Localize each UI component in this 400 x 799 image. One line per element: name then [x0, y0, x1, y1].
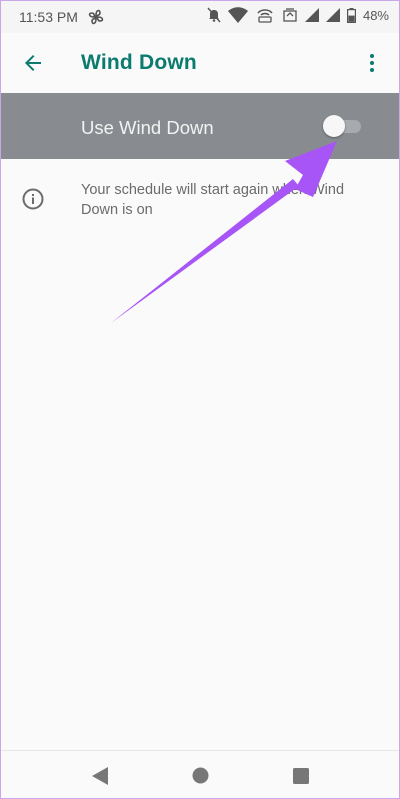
wifi-icon	[227, 7, 248, 23]
nav-recents-icon[interactable]	[293, 768, 309, 789]
info-icon	[21, 187, 45, 216]
status-bar: 11:53 PM 48%	[1, 1, 399, 33]
status-time: 11:53 PM	[19, 9, 78, 25]
more-vertical-icon[interactable]	[360, 51, 384, 80]
use-wind-down-label: Use Wind Down	[81, 117, 214, 138]
mute-icon	[207, 7, 221, 23]
signal-icon	[304, 8, 319, 22]
hotspot-icon	[255, 7, 275, 23]
navigation-bar	[1, 750, 399, 798]
fan-icon	[87, 8, 105, 29]
signal-icon	[325, 8, 340, 22]
nav-back-icon[interactable]	[92, 767, 108, 790]
app-bar: Wind Down	[1, 33, 399, 93]
use-wind-down-row[interactable]: Use Wind Down	[1, 93, 399, 159]
info-text: Your schedule will start again when Wind…	[81, 182, 345, 218]
screen: 11:53 PM 48% Wind Down Use Wind Down You…	[0, 0, 400, 799]
arrow-left-icon[interactable]	[21, 51, 45, 80]
battery-icon	[346, 7, 356, 23]
page-title: Wind Down	[81, 51, 197, 74]
status-icons: 48%	[207, 7, 389, 23]
data-saver-icon	[282, 7, 298, 23]
use-wind-down-switch[interactable]	[323, 115, 363, 137]
nav-home-icon[interactable]	[192, 767, 209, 789]
switch-thumb	[323, 115, 345, 137]
battery-percent: 48%	[362, 7, 389, 23]
